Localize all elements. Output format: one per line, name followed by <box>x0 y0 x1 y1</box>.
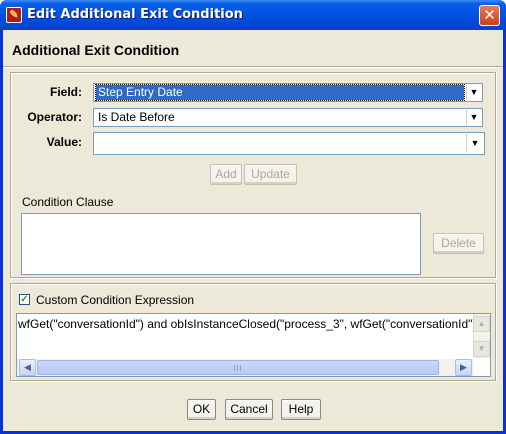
field-select-value: Step Entry Date <box>95 84 465 101</box>
operator-select[interactable]: Is Date Before ▼ <box>93 108 483 127</box>
check-icon: ✓ <box>20 294 29 305</box>
field-select[interactable]: Step Entry Date ▼ <box>93 83 483 102</box>
grip-line <box>237 365 238 371</box>
condition-clause-list[interactable] <box>21 213 421 275</box>
ok-button[interactable]: OK <box>187 399 216 420</box>
custom-expression-panel: ✓ Custom Condition Expression wfGet("con… <box>10 283 496 381</box>
title-bar[interactable]: ✎ Edit Additional Exit Condition ✕ <box>0 0 506 30</box>
expression-textarea[interactable]: wfGet("conversationId") and obIsInstance… <box>16 313 491 377</box>
value-combobox[interactable]: ▼ <box>93 132 485 155</box>
scroll-up-icon[interactable]: ▲ <box>473 316 490 332</box>
condition-clause-label: Condition Clause <box>22 195 114 209</box>
field-label: Field: <box>50 85 82 99</box>
custom-expression-checkbox[interactable]: ✓ <box>19 294 30 305</box>
operator-select-value: Is Date Before <box>98 110 175 124</box>
value-input[interactable] <box>96 136 466 151</box>
chevron-down-icon[interactable]: ▼ <box>466 85 481 100</box>
dialog-body: Additional Exit Condition Field: Step En… <box>3 30 503 431</box>
custom-expression-label: Custom Condition Expression <box>36 293 195 307</box>
delete-button[interactable]: Delete <box>433 233 484 254</box>
vertical-scrollbar[interactable]: ▲ ▼ <box>473 314 490 358</box>
grip-line <box>240 365 241 371</box>
condition-builder-panel: Field: Step Entry Date ▼ Operator: Is Da… <box>10 72 496 278</box>
help-button[interactable]: Help <box>281 399 321 420</box>
scroll-left-icon[interactable]: ◀ <box>19 359 36 376</box>
value-label: Value: <box>46 135 82 149</box>
divider <box>3 66 503 68</box>
expression-text: wfGet("conversationId") and obIsInstance… <box>18 317 481 331</box>
close-button[interactable]: ✕ <box>479 5 500 26</box>
add-button[interactable]: Add <box>210 164 242 185</box>
cancel-button[interactable]: Cancel <box>225 399 273 420</box>
horizontal-scroll-thumb[interactable] <box>37 360 439 375</box>
horizontal-scrollbar[interactable]: ◀ ▶ <box>17 359 474 376</box>
chevron-down-icon[interactable]: ▼ <box>466 110 481 125</box>
operator-label: Operator: <box>27 110 82 124</box>
dialog-heading: Additional Exit Condition <box>12 42 180 58</box>
window-title: Edit Additional Exit Condition <box>27 7 243 22</box>
update-button[interactable]: Update <box>244 164 297 185</box>
scroll-down-icon[interactable]: ▼ <box>473 341 490 357</box>
dialog-window: ✎ Edit Additional Exit Condition ✕ Addit… <box>0 0 506 434</box>
scroll-right-icon[interactable]: ▶ <box>455 359 472 376</box>
chevron-down-icon[interactable]: ▼ <box>466 134 483 153</box>
app-icon: ✎ <box>6 7 22 23</box>
grip-line <box>234 365 235 371</box>
